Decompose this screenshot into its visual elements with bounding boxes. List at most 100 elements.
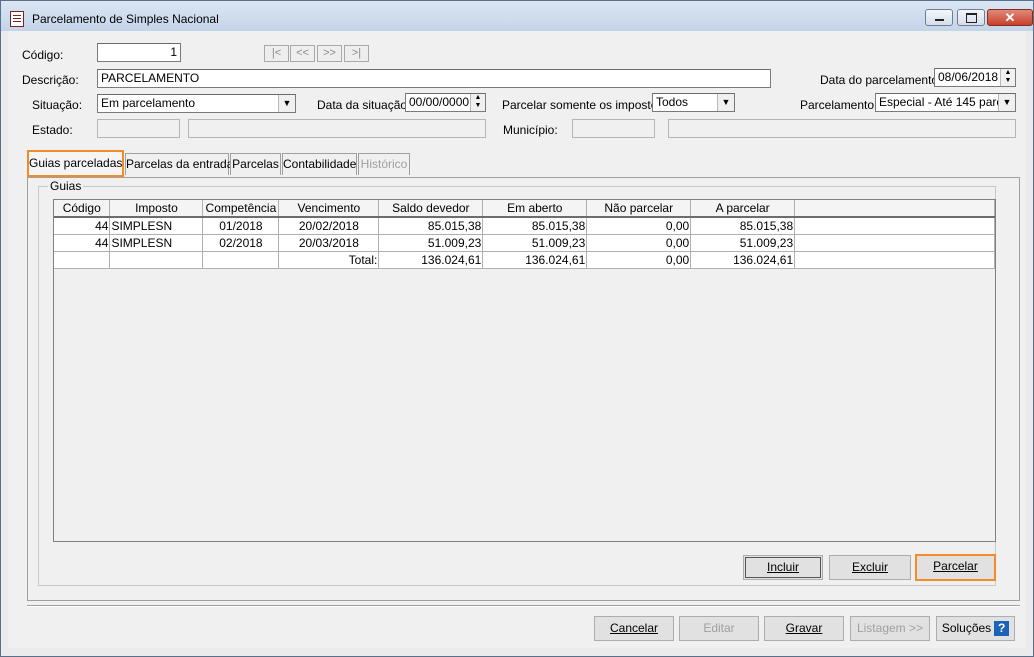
codigo-field[interactable]: 1	[97, 43, 181, 62]
col-header-em-aberto[interactable]: Em aberto	[482, 200, 588, 218]
cell-empty	[54, 251, 111, 269]
parcelar-label: Parcelar	[933, 559, 978, 573]
last-record-button[interactable]: >|	[344, 45, 369, 62]
cell-imposto[interactable]: SIMPLESN	[109, 234, 204, 252]
next-record-button[interactable]: >>	[317, 45, 342, 62]
col-header-vencimento[interactable]: Vencimento	[278, 200, 380, 218]
total-saldo-devedor: 136.024,61	[378, 251, 484, 269]
cancelar-button[interactable]: Cancelar	[594, 616, 674, 641]
cell-nao-parcelar[interactable]: 0,00	[586, 217, 692, 235]
cell-saldo-devedor[interactable]: 85.015,38	[378, 217, 484, 235]
chevron-down-icon[interactable]: ▼	[278, 95, 295, 112]
parcelar-impostos-value: Todos	[656, 95, 689, 109]
prev-record-button[interactable]: <<	[290, 45, 315, 62]
first-record-button[interactable]: |<	[264, 45, 289, 62]
total-a-parcelar: 136.024,61	[690, 251, 796, 269]
municipio-label: Município:	[503, 123, 558, 137]
municipio-name-field	[668, 119, 1016, 138]
cell-vencimento[interactable]: 20/03/2018	[278, 234, 380, 252]
cell-codigo[interactable]: 44	[54, 234, 111, 252]
incluir-label: Incluir	[766, 560, 799, 574]
cell-imposto[interactable]: SIMPLESN	[109, 217, 204, 235]
tab-parcelas[interactable]: Parcelas	[230, 153, 281, 175]
total-row: Total: 136.024,61 136.024,61 0,00 136.02…	[54, 251, 995, 269]
guias-table: Código Imposto Competência Vencimento Sa…	[54, 200, 995, 269]
excluir-label: Excluir	[851, 560, 888, 574]
editar-label: Editar	[703, 621, 735, 635]
tab-historico[interactable]: Histórico	[358, 153, 410, 175]
situacao-label: Situação:	[32, 98, 83, 112]
tab-parcelas-entrada[interactable]: Parcelas da entrada	[125, 153, 233, 175]
total-nao-parcelar: 0,00	[586, 251, 692, 269]
cell-competencia[interactable]: 02/2018	[202, 234, 280, 252]
cell-filler	[794, 217, 995, 235]
footer-divider	[27, 605, 1020, 607]
total-label: Total:	[278, 251, 380, 269]
listagem-button[interactable]: Listagem >>	[850, 616, 930, 641]
form-client: Código: 1 |< << >> >| Descrição: PARCELA…	[8, 31, 1026, 648]
solucoes-button[interactable]: Soluções?	[936, 616, 1015, 641]
data-parcelamento-label: Data do parcelamento:	[820, 73, 942, 87]
window-title: Parcelamento de Simples Nacional	[32, 12, 219, 26]
descricao-field[interactable]: PARCELAMENTO	[97, 69, 771, 88]
chevron-down-icon[interactable]: ▼	[998, 94, 1015, 111]
cell-vencimento[interactable]: 20/02/2018	[278, 217, 380, 235]
parcelar-button[interactable]: Parcelar	[915, 554, 996, 581]
cell-filler	[794, 251, 995, 269]
codigo-label: Código:	[22, 48, 64, 62]
data-situacao-label: Data da situação:	[317, 98, 411, 112]
document-icon	[10, 11, 24, 27]
cell-em-aberto[interactable]: 51.009,23	[482, 234, 588, 252]
chevron-down-icon[interactable]: ▼	[717, 94, 734, 111]
parcelamento-select[interactable]: Especial - Até 145 parcel ▼	[875, 93, 1016, 112]
data-parcelamento-field[interactable]: 08/06/2018 ▲ ▼	[934, 68, 1016, 87]
guias-group-title: Guias	[48, 179, 84, 193]
data-situacao-field[interactable]: 00/00/0000 ▲ ▼	[405, 93, 486, 112]
cell-codigo[interactable]: 44	[54, 217, 111, 235]
total-em-aberto: 136.024,61	[482, 251, 588, 269]
tab-contabilidade[interactable]: Contabilidade	[282, 153, 357, 175]
table-row[interactable]: 44 SIMPLESN 02/2018 20/03/2018 51.009,23…	[54, 234, 995, 252]
gravar-label: Gravar	[785, 621, 823, 635]
col-header-nao-parcelar[interactable]: Não parcelar	[586, 200, 692, 218]
estado-name-field	[188, 119, 486, 138]
cell-a-parcelar[interactable]: 85.015,38	[690, 217, 796, 235]
col-header-saldo-devedor[interactable]: Saldo devedor	[378, 200, 484, 218]
cell-saldo-devedor[interactable]: 51.009,23	[378, 234, 484, 252]
maximize-button[interactable]	[957, 9, 985, 26]
col-header-filler	[794, 200, 995, 218]
situacao-select[interactable]: Em parcelamento ▼	[97, 94, 296, 113]
parcelar-impostos-select[interactable]: Todos ▼	[652, 93, 735, 112]
col-header-competencia[interactable]: Competência	[202, 200, 280, 218]
parcelamento-value: Especial - Até 145 parcel	[879, 95, 1012, 109]
minimize-button[interactable]	[925, 9, 953, 26]
close-button[interactable]: ✕	[987, 9, 1033, 26]
cell-em-aberto[interactable]: 85.015,38	[482, 217, 588, 235]
col-header-imposto[interactable]: Imposto	[109, 200, 204, 218]
estado-label: Estado:	[32, 123, 73, 137]
title-bar[interactable]: Parcelamento de Simples Nacional ✕	[1, 1, 1033, 31]
listagem-label: Listagem >>	[856, 621, 924, 635]
incluir-button[interactable]: Incluir	[743, 555, 823, 580]
grid-header-row: Código Imposto Competência Vencimento Sa…	[54, 200, 995, 218]
date-spinner[interactable]: ▲ ▼	[470, 94, 485, 111]
parcelar-impostos-label: Parcelar somente os impostos:	[502, 98, 667, 112]
cell-a-parcelar[interactable]: 51.009,23	[690, 234, 796, 252]
solucoes-label: Soluções	[941, 621, 992, 635]
editar-button[interactable]: Editar	[679, 616, 759, 641]
main-window: Parcelamento de Simples Nacional ✕ Códig…	[0, 0, 1034, 657]
excluir-button[interactable]: Excluir	[829, 555, 911, 580]
cell-filler	[794, 234, 995, 252]
data-situacao-value: 00/00/0000	[409, 95, 470, 109]
cell-nao-parcelar[interactable]: 0,00	[586, 234, 692, 252]
cell-empty	[109, 251, 204, 269]
help-icon: ?	[994, 621, 1010, 637]
col-header-a-parcelar[interactable]: A parcelar	[690, 200, 796, 218]
tab-guias-parceladas[interactable]: Guias parceladas	[27, 150, 124, 177]
col-header-codigo[interactable]: Código	[54, 200, 111, 218]
cell-competencia[interactable]: 01/2018	[202, 217, 280, 235]
guias-grid[interactable]: Código Imposto Competência Vencimento Sa…	[53, 199, 996, 542]
date-spinner[interactable]: ▲ ▼	[1000, 69, 1015, 86]
gravar-button[interactable]: Gravar	[764, 616, 844, 641]
table-row[interactable]: 44 SIMPLESN 01/2018 20/02/2018 85.015,38…	[54, 217, 995, 235]
